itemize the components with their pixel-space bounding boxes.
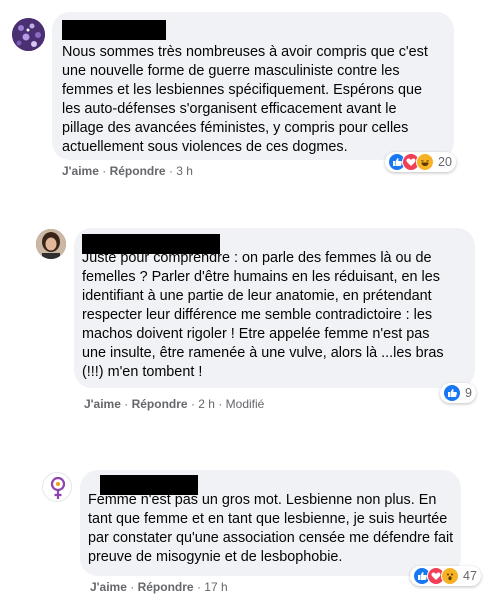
comment-bubble: Nous sommes très nombreuses à avoir comp… [52, 12, 454, 160]
reaction-count: 20 [438, 155, 452, 169]
comment-actions: J'aime · Répondre · 3 h [62, 164, 193, 178]
haha-icon [416, 153, 434, 171]
comment-bubble: Juste pour comprendre : on parle des fem… [74, 228, 475, 388]
avatar[interactable] [12, 18, 45, 51]
reaction-summary[interactable]: 47 [410, 566, 481, 586]
avatar[interactable] [36, 229, 66, 259]
reply-button[interactable]: Répondre [110, 164, 166, 178]
reaction-count: 9 [465, 386, 472, 400]
author-name-redacted[interactable] [62, 20, 166, 40]
edited-label[interactable]: Modifié [226, 397, 265, 411]
timestamp[interactable]: 3 h [176, 164, 193, 178]
comment-text: Femme n'est pas un gros mot. Lesbienne n… [88, 492, 454, 565]
like-button[interactable]: J'aime [62, 164, 99, 178]
like-icon [443, 384, 461, 402]
like-button[interactable]: J'aime [90, 580, 127, 594]
reaction-count: 47 [463, 569, 477, 583]
reaction-summary[interactable]: 9 [440, 383, 476, 403]
timestamp[interactable]: 17 h [204, 580, 227, 594]
avatar[interactable] [42, 472, 72, 502]
wow-icon [441, 567, 459, 585]
timestamp[interactable]: 2 h [198, 397, 215, 411]
reply-button[interactable]: Répondre [132, 397, 188, 411]
comment-text: Nous sommes très nombreuses à avoir comp… [62, 44, 428, 155]
reaction-summary[interactable]: 20 [385, 152, 456, 172]
comment-actions: J'aime · Répondre · 2 h · Modifié [84, 397, 265, 411]
comment-bubble: Femme n'est pas un gros mot. Lesbienne n… [80, 470, 461, 576]
like-button[interactable]: J'aime [84, 397, 121, 411]
comment-text: Juste pour comprendre : on parle des fem… [82, 250, 444, 380]
reply-button[interactable]: Répondre [138, 580, 194, 594]
comment-actions: J'aime · Répondre · 17 h [90, 580, 228, 594]
